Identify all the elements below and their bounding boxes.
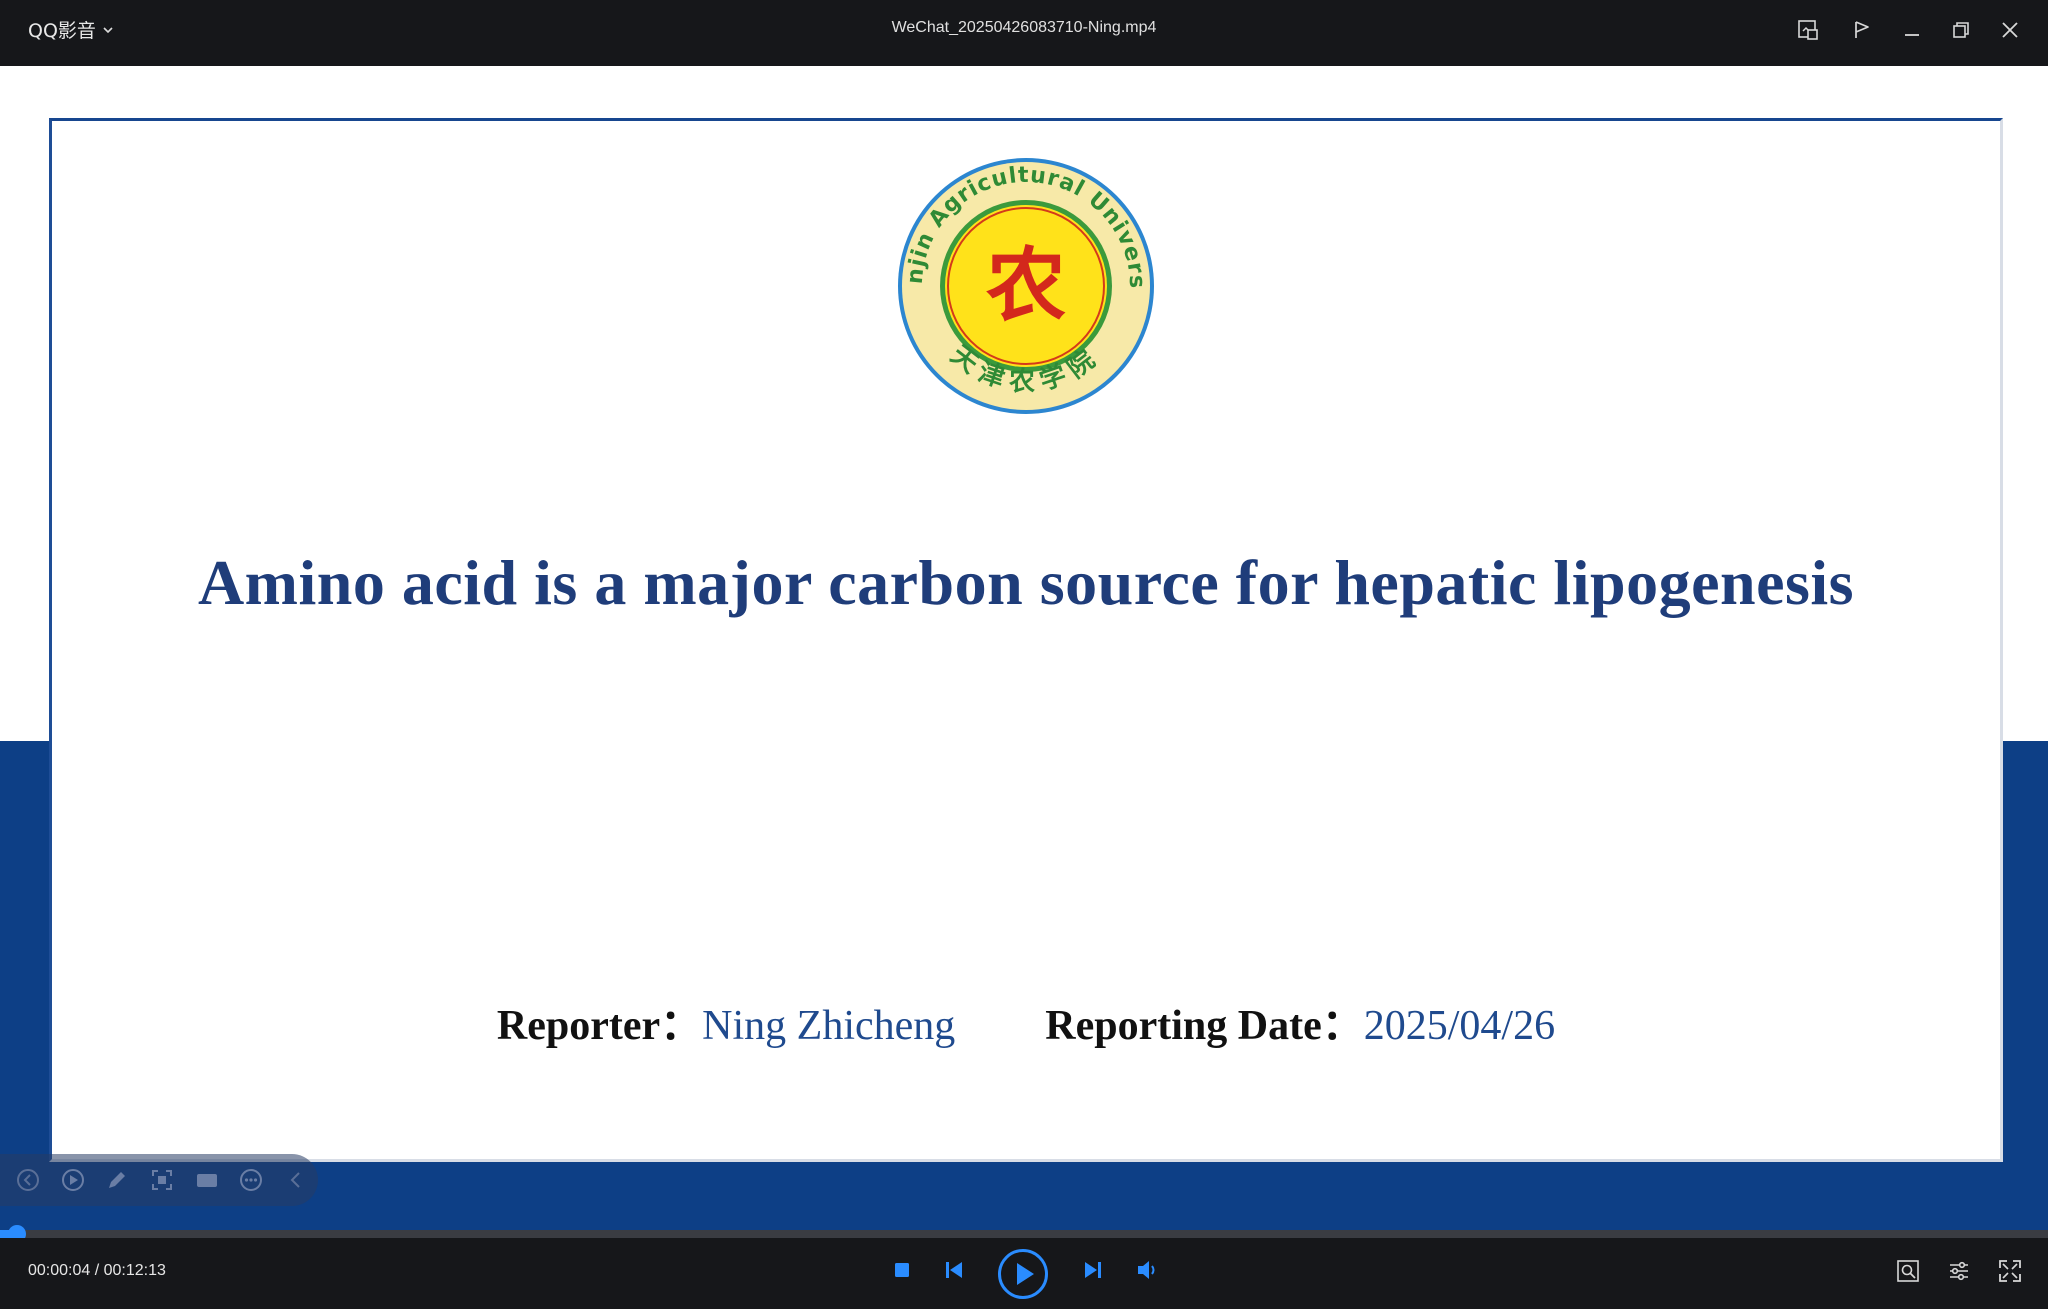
time-separator: / — [90, 1262, 104, 1279]
minimize-button[interactable] — [1896, 14, 1928, 46]
current-time: 00:00:04 — [28, 1262, 91, 1279]
play-circle-button[interactable] — [51, 1154, 96, 1206]
pen-icon — [109, 1172, 126, 1188]
close-icon — [2002, 22, 2018, 38]
pin-button[interactable] — [1846, 14, 1878, 46]
pen-button[interactable] — [95, 1154, 140, 1206]
screenshot-icon — [1798, 20, 1818, 40]
seal-center-text: 农 — [986, 238, 1066, 332]
time-display: 00:00:04 / 00:12:13 — [28, 1262, 166, 1280]
stop-button[interactable] — [890, 1258, 914, 1282]
date-label: Reporting Date： — [1045, 1003, 1364, 1049]
collapse-button[interactable] — [273, 1154, 318, 1206]
floating-toolbar — [0, 1154, 318, 1206]
restore-button[interactable] — [1945, 14, 1977, 46]
previous-button[interactable] — [941, 1258, 967, 1282]
screenshot-button[interactable] — [1792, 14, 1824, 46]
capture-icon — [152, 1170, 173, 1190]
seek-bar[interactable] — [0, 1225, 2048, 1243]
volume-button[interactable] — [1134, 1258, 1162, 1282]
rewind-icon — [17, 1169, 40, 1191]
reporter-line: Reporter：Ning Zhicheng Reporting Date：202… — [52, 991, 2000, 1052]
previous-icon — [946, 1262, 962, 1278]
picture-settings-button[interactable] — [1894, 1257, 1922, 1285]
picture-settings-icon — [1897, 1260, 1919, 1282]
next-icon — [1085, 1262, 1101, 1278]
more-icon — [240, 1169, 263, 1191]
total-time: 00:12:13 — [103, 1262, 166, 1279]
restore-icon — [1953, 22, 1969, 38]
play-circle-icon — [61, 1169, 84, 1191]
volume-icon — [1138, 1261, 1155, 1279]
more-button[interactable] — [229, 1154, 274, 1206]
fullscreen-icon — [1999, 1260, 2021, 1282]
slide-title: Amino acid is a major carbon source for … — [197, 547, 1855, 618]
camera-icon — [196, 1174, 217, 1187]
fullscreen-button[interactable] — [1996, 1257, 2024, 1285]
play-button[interactable] — [997, 1248, 1049, 1300]
control-bar: 00:00:04 / 00:12:13 — [0, 1238, 2048, 1309]
play-icon — [998, 1249, 1048, 1299]
date-value: 2025/04/26 — [1363, 1003, 1556, 1049]
university-seal: Tianjin Agricultural University 天津农学院 农 — [895, 155, 1154, 414]
presentation-slide: Tianjin Agricultural University 天津农学院 农 … — [49, 118, 2003, 1162]
video-viewport[interactable]: Tianjin Agricultural University 天津农学院 农 … — [0, 66, 2048, 1230]
capture-button[interactable] — [140, 1154, 185, 1206]
close-button[interactable] — [1994, 14, 2026, 46]
reporter-name: Ning Zhicheng — [702, 1003, 956, 1049]
collapse-icon — [290, 1172, 300, 1188]
file-title: WeChat_20250426083710-Ning.mp4 — [891, 19, 1157, 36]
pin-icon — [1855, 21, 1869, 38]
rewind-button[interactable] — [6, 1154, 51, 1206]
camera-button[interactable] — [184, 1154, 229, 1206]
minimize-icon — [1905, 34, 1919, 36]
reporter-label: Reporter： — [496, 1003, 703, 1049]
title-bar: QQ影音 WeChat_20250426083710-Ning.mp4 — [0, 0, 2048, 66]
next-button[interactable] — [1080, 1258, 1106, 1282]
settings-icon — [1950, 1261, 1968, 1281]
stop-icon — [895, 1263, 909, 1277]
settings-button[interactable] — [1945, 1257, 1973, 1285]
